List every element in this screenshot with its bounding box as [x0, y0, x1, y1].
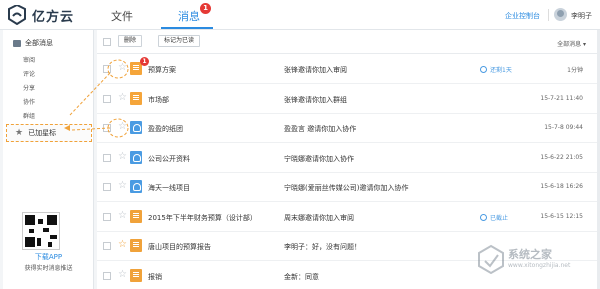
message-title[interactable]: 海天一线项目: [148, 183, 190, 193]
message-title[interactable]: 市场部: [148, 95, 169, 105]
message-filter-dropdown[interactable]: 全部消息 ▾: [557, 39, 586, 48]
watermark-text: 系统之家: [508, 248, 552, 261]
message-row[interactable]: ☆ 市场部 张锋邀请你加入群组 15-7-21 11:40: [97, 85, 600, 114]
document-icon: [130, 268, 142, 282]
message-icon: [13, 39, 21, 47]
row-checkbox[interactable]: [103, 242, 111, 250]
message-row[interactable]: ☆ 海天一线项目 宁晓娜(爱丽丝传媒公司)邀请你加入协作 15-6-18 16:26: [97, 173, 600, 202]
row-checkbox[interactable]: [103, 65, 111, 73]
message-text: 李明子：好，没有问题！: [284, 243, 361, 251]
message-title[interactable]: 唐山项目的预算报告: [148, 242, 211, 252]
filter-label: 全部消息: [557, 41, 582, 48]
message-text: 宁晓娜(爱丽丝传媒公司)邀请你加入协作: [284, 184, 409, 192]
star-icon[interactable]: ☆: [118, 269, 127, 280]
star-icon[interactable]: ☆: [118, 121, 127, 132]
cloud-logo-icon: [8, 5, 26, 25]
enterprise-console-link[interactable]: 企业控制台: [505, 11, 540, 21]
row-checkbox[interactable]: [103, 124, 111, 132]
watermark-logo-icon: [478, 244, 504, 274]
app-logo[interactable]: 亿方云: [6, 5, 74, 25]
username[interactable]: 李明子: [571, 11, 592, 21]
messages-unread-badge: 1: [200, 3, 211, 14]
message-title[interactable]: 报销: [148, 272, 162, 282]
star-icon[interactable]: ☆: [118, 151, 127, 162]
collab-folder-icon: [130, 150, 142, 164]
star-icon: ★: [15, 128, 24, 138]
message-row[interactable]: ☆ 1 预算方案 张锋邀请你加入审阅 还剩1天 1分钟: [97, 55, 600, 84]
download-app-link[interactable]: 下载APP: [3, 252, 94, 262]
divider: [548, 9, 549, 21]
status-badge: 还剩1天: [480, 65, 512, 74]
timestamp: 15-7-8 09:44: [544, 124, 583, 131]
sidebar-item-comment[interactable]: 评论: [23, 69, 35, 78]
message-title[interactable]: 公司公开资料: [148, 154, 190, 164]
star-icon[interactable]: ☆: [118, 210, 127, 221]
mark-read-button[interactable]: 标记为已读: [158, 35, 201, 47]
star-icon[interactable]: ☆: [118, 92, 127, 103]
clock-icon: [480, 213, 487, 221]
sidebar-item-label: 全部消息: [25, 39, 53, 47]
top-bar: 亿方云 文件 消息 1 企业控制台 李明子: [0, 0, 600, 30]
sidebar-item-all-messages[interactable]: 全部消息: [3, 34, 94, 52]
message-text: 周末娜邀请你加入审阅: [284, 213, 354, 222]
clock-icon: [480, 66, 487, 73]
message-text: 盈盈言 邀请你加入协作: [284, 125, 357, 133]
row-checkbox[interactable]: [103, 271, 111, 280]
document-icon: [130, 91, 142, 105]
message-toolbar: 删除 标记为已读 全部消息 ▾: [97, 30, 600, 54]
message-text: 金新：同意: [284, 272, 319, 281]
message-text: 宁晓娜邀请你加入协作: [284, 154, 354, 163]
row-checkbox[interactable]: [103, 212, 111, 221]
app-window: 亿方云 文件 消息 1 企业控制台 李明子 全部消息 审阅 评论 分享 协作 群…: [0, 0, 600, 289]
message-row[interactable]: ☆ 2015年下半年财务预算（设计部） 周末娜邀请你加入审阅 已截止 15-6-15 1…: [97, 203, 600, 232]
sidebar-item-starred[interactable]: ★ 已加星标: [6, 124, 92, 142]
sidebar: 全部消息 审阅 评论 分享 协作 群组 ★ 已加星标 下载APP 获得实时消息推…: [3, 30, 94, 289]
message-text: 张锋邀请你加入审阅: [284, 66, 347, 74]
status-text: 已截止: [490, 214, 509, 222]
message-row[interactable]: ☆ 公司公开资料 宁晓娜邀请你加入协作 15-6-22 21:05: [97, 144, 600, 173]
sidebar-item-collab[interactable]: 协作: [23, 97, 35, 106]
star-icon[interactable]: ☆: [118, 180, 127, 191]
select-all-checkbox[interactable]: [103, 38, 111, 46]
row-checkbox[interactable]: [103, 153, 111, 162]
message-title[interactable]: 2015年下半年财务预算（设计部）: [148, 213, 257, 223]
message-title[interactable]: 盈盈的纸团: [148, 124, 183, 134]
avatar[interactable]: [554, 8, 567, 21]
status-badge: 已截止: [480, 213, 508, 222]
timestamp: 15-6-22 21:05: [540, 153, 583, 161]
chevron-down-icon: ▾: [581, 41, 586, 48]
sidebar-item-review[interactable]: 审阅: [23, 55, 35, 64]
message-title[interactable]: 预算方案: [148, 65, 176, 75]
qr-code-image: [22, 212, 60, 250]
row-checkbox[interactable]: [103, 183, 111, 191]
watermark-url: www.xitongzhijia.net: [508, 262, 571, 269]
row-checkbox[interactable]: [103, 94, 111, 103]
timestamp: 15-6-18 16:26: [540, 183, 583, 190]
app-name: 亿方云: [32, 9, 75, 25]
tab-messages[interactable]: 消息: [178, 8, 200, 24]
star-icon[interactable]: ☆: [118, 239, 127, 250]
collab-folder-icon: [130, 180, 142, 193]
timestamp: 15-7-21 11:40: [540, 94, 583, 102]
sidebar-item-share[interactable]: 分享: [23, 83, 35, 92]
status-text: 还剩1天: [490, 67, 512, 74]
collab-folder-icon: [130, 121, 142, 134]
tab-files[interactable]: 文件: [111, 8, 133, 24]
timestamp: 15-6-15 12:15: [540, 212, 583, 220]
realtime-push-hint: 获得实时消息推送: [24, 265, 73, 272]
message-text: 张锋邀请你加入群组: [284, 95, 347, 104]
document-icon: [130, 209, 142, 223]
message-row[interactable]: ☆ 盈盈的纸团 盈盈言 邀请你加入协作 15-7-8 09:44: [97, 114, 600, 143]
sidebar-item-group[interactable]: 群组: [23, 111, 35, 120]
document-icon: [130, 239, 142, 252]
sidebar-item-label: 已加星标: [28, 129, 57, 137]
star-icon[interactable]: ☆: [118, 62, 127, 73]
timestamp: 1分钟: [567, 67, 583, 74]
active-tab-underline: [161, 27, 213, 29]
delete-button[interactable]: 删除: [118, 35, 143, 47]
